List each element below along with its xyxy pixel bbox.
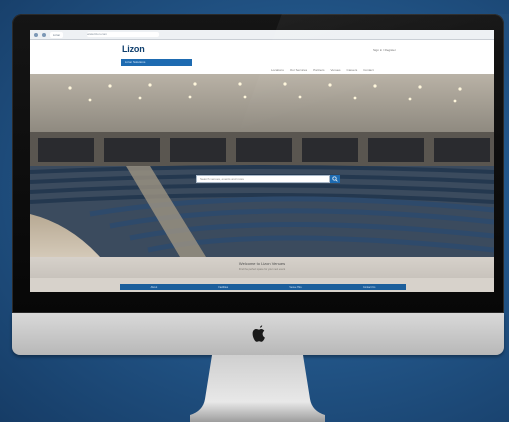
nav-item-services[interactable]: Our Services [290, 68, 307, 72]
header-strip[interactable]: Lizon Solutions [121, 59, 192, 66]
apple-logo-icon [252, 325, 265, 342]
screen: Lizon www.lizon.com Lizon Lizon Solution… [30, 30, 494, 292]
search-icon [332, 176, 338, 182]
auditorium-image [30, 74, 494, 257]
monitor-stand [190, 355, 325, 422]
search-input[interactable]: Search venues, events and more [196, 175, 330, 183]
nav-item-careers[interactable]: Careers [347, 68, 358, 72]
footer-link-venue-hire[interactable]: Venue Hire [289, 286, 301, 289]
browser-tab[interactable]: Lizon [50, 31, 64, 38]
site-logo[interactable]: Lizon [122, 44, 145, 54]
footer-link-contact[interactable]: Contact Us [363, 286, 375, 289]
footer-link-about[interactable]: About [151, 286, 158, 289]
back-icon[interactable] [34, 32, 38, 37]
address-bar[interactable]: www.lizon.com [87, 32, 160, 37]
nav-item-venues[interactable]: Venues [331, 68, 341, 72]
footer-link-facilities[interactable]: Facilities [218, 286, 228, 289]
search-button[interactable] [330, 175, 340, 183]
footer-links: About Facilities Venue Hire Contact Us [120, 284, 406, 290]
imac-mockup: Lizon www.lizon.com Lizon Lizon Solution… [0, 0, 509, 422]
browser-toolbar: Lizon www.lizon.com [30, 30, 494, 40]
nav-item-contact[interactable]: Contact [363, 68, 373, 72]
hero-image: Search venues, events and more [30, 74, 494, 257]
site-header: Lizon Lizon Solutions Sign in / Register… [30, 40, 494, 74]
nav-item-partners[interactable]: Partners [313, 68, 324, 72]
forward-icon[interactable] [42, 32, 46, 37]
welcome-title: Welcome to Lizon Venues [238, 261, 286, 266]
main-nav: Locations Our Services Partners Venues C… [271, 68, 374, 72]
welcome-subtitle: Find the perfect space for your next eve… [238, 268, 286, 271]
nav-item-locations[interactable]: Locations [271, 68, 284, 72]
account-link[interactable]: Sign in / Register [373, 48, 396, 52]
welcome-section: Welcome to Lizon Venues Find the perfect… [30, 257, 494, 278]
